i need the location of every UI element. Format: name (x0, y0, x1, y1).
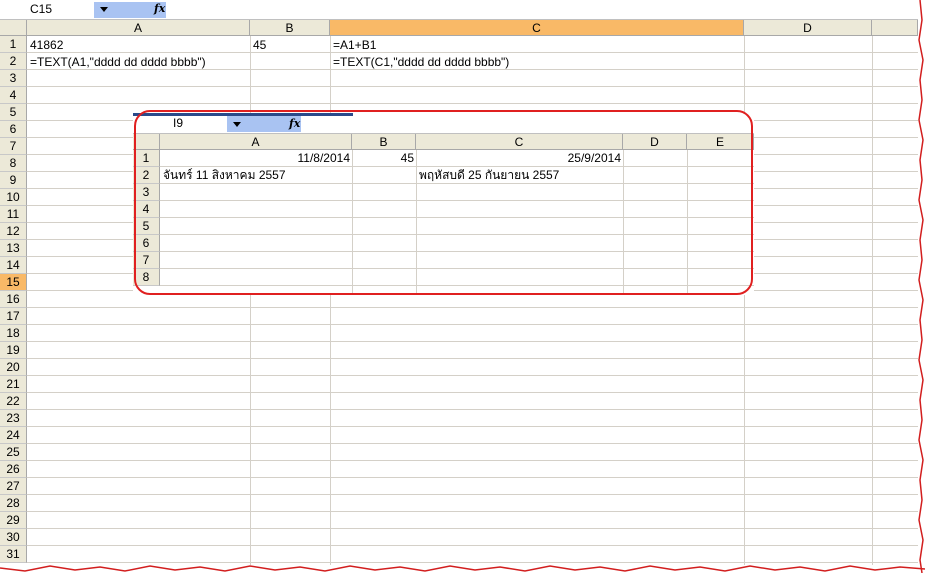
gridline (27, 426, 918, 427)
gridline (27, 341, 918, 342)
row-header-27[interactable]: 27 (0, 478, 27, 495)
formula-bar: C15 fx (0, 0, 918, 20)
row-header-1[interactable]: 1 (0, 36, 27, 53)
row-header-26[interactable]: 26 (0, 461, 27, 478)
row-header-19[interactable]: 19 (0, 342, 27, 359)
row-header-31[interactable]: 31 (0, 546, 27, 563)
cell-b1[interactable]: 45 (251, 37, 266, 54)
row-header-24[interactable]: 24 (0, 427, 27, 444)
name-box[interactable]: C15 (30, 2, 92, 17)
gridline (27, 375, 918, 376)
cell-c2[interactable]: =TEXT(C1,"dddd dd dddd bbbb") (331, 54, 509, 71)
row-header-6[interactable]: 6 (0, 121, 27, 138)
gridline (27, 392, 918, 393)
gridline (27, 86, 918, 87)
gridline (27, 103, 918, 104)
column-header-b[interactable]: B (250, 20, 330, 36)
row-header-28[interactable]: 28 (0, 495, 27, 512)
gridline (872, 36, 873, 565)
row-header-30[interactable]: 30 (0, 529, 27, 546)
row-header-21[interactable]: 21 (0, 376, 27, 393)
row-header-15[interactable]: 15 (0, 274, 27, 291)
torn-edge-bottom (0, 565, 925, 572)
row-header-25[interactable]: 25 (0, 444, 27, 461)
cell-a1[interactable]: 41862 (28, 37, 63, 54)
row-header-22[interactable]: 22 (0, 393, 27, 410)
dropdown-arrow-icon[interactable] (100, 7, 108, 12)
name-box-dropdown[interactable]: fx (94, 2, 166, 18)
torn-edge-right (918, 0, 924, 573)
column-header-c[interactable]: C (330, 20, 744, 36)
column-header-e[interactable] (872, 20, 918, 36)
row-header-5[interactable]: 5 (0, 104, 27, 121)
row-header-9[interactable]: 9 (0, 172, 27, 189)
row-header-14[interactable]: 14 (0, 257, 27, 274)
gridline (27, 545, 918, 546)
row-header-12[interactable]: 12 (0, 223, 27, 240)
gridline (27, 443, 918, 444)
row-header-10[interactable]: 10 (0, 189, 27, 206)
select-all-corner[interactable] (0, 20, 27, 36)
row-header-13[interactable]: 13 (0, 240, 27, 257)
row-header-17[interactable]: 17 (0, 308, 27, 325)
highlight-outline (134, 110, 753, 295)
row-header-18[interactable]: 18 (0, 325, 27, 342)
row-header-3[interactable]: 3 (0, 70, 27, 87)
row-header-7[interactable]: 7 (0, 138, 27, 155)
gridline (27, 52, 918, 53)
gridline (27, 528, 918, 529)
gridline (27, 494, 918, 495)
gridline (27, 409, 918, 410)
cell-a2[interactable]: =TEXT(A1,"dddd dd dddd bbbb") (28, 54, 206, 71)
gridline (27, 460, 918, 461)
row-header-2[interactable]: 2 (0, 53, 27, 70)
gridline (27, 324, 918, 325)
column-header-a[interactable]: A (27, 20, 250, 36)
row-header-29[interactable]: 29 (0, 512, 27, 529)
row-header-23[interactable]: 23 (0, 410, 27, 427)
gridline (27, 358, 918, 359)
cell-c1[interactable]: =A1+B1 (331, 37, 376, 54)
row-header-16[interactable]: 16 (0, 291, 27, 308)
column-header-d[interactable]: D (744, 20, 872, 36)
row-header-20[interactable]: 20 (0, 359, 27, 376)
row-header-11[interactable]: 11 (0, 206, 27, 223)
row-header-8[interactable]: 8 (0, 155, 27, 172)
gridline (27, 477, 918, 478)
fx-icon[interactable]: fx (154, 2, 165, 15)
row-header-4[interactable]: 4 (0, 87, 27, 104)
gridline (27, 511, 918, 512)
gridline (27, 307, 918, 308)
